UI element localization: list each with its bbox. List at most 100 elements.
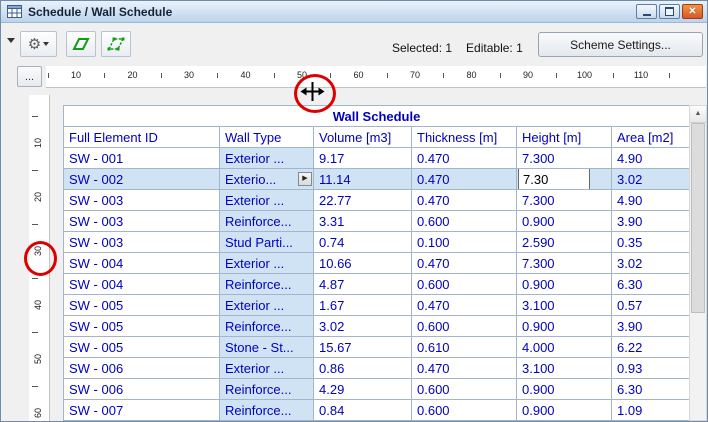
column-header-height[interactable]: Height [m] — [517, 127, 612, 148]
cell-volume[interactable]: 4.87 — [314, 274, 412, 295]
cell-height[interactable]: 3.100 — [517, 358, 612, 379]
cell-thickness[interactable]: 0.470 — [412, 253, 517, 274]
cell-id[interactable]: SW - 006 — [64, 379, 220, 400]
cell-area[interactable]: 3.02 — [612, 253, 690, 274]
cell-walltype[interactable]: Exterior ... — [220, 190, 314, 211]
cell-thickness[interactable]: 0.100 — [412, 232, 517, 253]
cell-volume[interactable]: 3.02 — [314, 316, 412, 337]
cell-volume[interactable]: 11.14 — [314, 169, 412, 190]
cell-thickness[interactable]: 0.470 — [412, 190, 517, 211]
table-row[interactable]: SW - 005Reinforce...3.020.6000.9003.90 — [64, 316, 690, 337]
cell-walltype[interactable]: Exterior ... — [220, 358, 314, 379]
cell-area[interactable]: 1.09 — [612, 400, 690, 421]
cell-height[interactable]: 7.300 — [517, 253, 612, 274]
table-row[interactable]: SW - 003Reinforce...3.310.6000.9003.90 — [64, 211, 690, 232]
cell-walltype[interactable]: Exterior ... — [220, 148, 314, 169]
cell-id[interactable]: SW - 005 — [64, 295, 220, 316]
cell-volume[interactable]: 4.29 — [314, 379, 412, 400]
cell-thickness[interactable]: 0.600 — [412, 316, 517, 337]
table-row[interactable]: SW - 005Exterior ...1.670.4703.1000.57 — [64, 295, 690, 316]
cell-thickness[interactable]: 0.610 — [412, 337, 517, 358]
table-row[interactable]: SW - 004Exterior ...10.660.4707.3003.02 — [64, 253, 690, 274]
cell-id[interactable]: SW - 001 — [64, 148, 220, 169]
cell-thickness[interactable]: 0.600 — [412, 274, 517, 295]
cell-thickness[interactable]: 0.470 — [412, 148, 517, 169]
cell-height[interactable]: 7.30 — [517, 169, 612, 190]
column-header-wall-type[interactable]: Wall Type — [220, 127, 314, 148]
cell-thickness[interactable]: 0.600 — [412, 400, 517, 421]
cell-area[interactable]: 0.93 — [612, 358, 690, 379]
table-row[interactable]: SW - 003Exterior ...22.770.4707.3004.90 — [64, 190, 690, 211]
panel-dropdown-caret-icon[interactable] — [7, 38, 15, 43]
cell-volume[interactable]: 0.74 — [314, 232, 412, 253]
cell-id[interactable]: SW - 005 — [64, 337, 220, 358]
select-elements-button[interactable] — [66, 31, 96, 57]
ruler-options-button[interactable]: ... — [17, 66, 42, 87]
edit-selection-set-button[interactable] — [101, 31, 131, 57]
cell-id[interactable]: SW - 005 — [64, 316, 220, 337]
walltype-flyout-button[interactable]: ▶ — [298, 172, 312, 186]
inline-edit-field[interactable]: 7.30 — [518, 169, 590, 190]
cell-area[interactable]: 0.57 — [612, 295, 690, 316]
column-header-area[interactable]: Area [m2] — [612, 127, 690, 148]
cell-thickness[interactable]: 0.600 — [412, 379, 517, 400]
cell-thickness[interactable]: 0.470 — [412, 295, 517, 316]
cell-area[interactable]: 6.30 — [612, 379, 690, 400]
cell-id[interactable]: SW - 003 — [64, 232, 220, 253]
cell-area[interactable]: 3.90 — [612, 211, 690, 232]
cell-volume[interactable]: 3.31 — [314, 211, 412, 232]
column-header-thickness[interactable]: Thickness [m] — [412, 127, 517, 148]
cell-walltype[interactable]: Exterior ... — [220, 253, 314, 274]
cell-walltype[interactable]: Exterior ... — [220, 295, 314, 316]
cell-id[interactable]: SW - 004 — [64, 253, 220, 274]
cell-volume[interactable]: 15.67 — [314, 337, 412, 358]
cell-walltype[interactable]: Stone - St... — [220, 337, 314, 358]
cell-height[interactable]: 7.300 — [517, 190, 612, 211]
cell-volume[interactable]: 1.67 — [314, 295, 412, 316]
cell-id[interactable]: SW - 006 — [64, 358, 220, 379]
cell-volume[interactable]: 0.86 — [314, 358, 412, 379]
minimize-button[interactable] — [636, 4, 657, 19]
table-row[interactable]: SW - 006Reinforce...4.290.6000.9006.30 — [64, 379, 690, 400]
table-row[interactable]: SW - 001Exterior ...9.170.4707.3004.90 — [64, 148, 690, 169]
horizontal-ruler[interactable]: 102030405060708090100110 — [46, 66, 706, 88]
cell-area[interactable]: 3.90 — [612, 316, 690, 337]
cell-height[interactable]: 4.000 — [517, 337, 612, 358]
cell-walltype[interactable]: Reinforce... — [220, 400, 314, 421]
restore-button[interactable] — [659, 4, 680, 19]
table-row[interactable]: SW - 006Exterior ...0.860.4703.1000.93 — [64, 358, 690, 379]
cell-area[interactable]: 0.35 — [612, 232, 690, 253]
close-button[interactable]: ✕ — [682, 4, 703, 19]
cell-area[interactable]: 6.22 — [612, 337, 690, 358]
cell-walltype[interactable]: Stud Parti... — [220, 232, 314, 253]
cell-area[interactable]: 4.90 — [612, 190, 690, 211]
cell-walltype[interactable]: Reinforce... — [220, 316, 314, 337]
cell-thickness[interactable]: 0.600 — [412, 211, 517, 232]
table-row[interactable]: SW - 005Stone - St...15.670.6104.0006.22 — [64, 337, 690, 358]
cell-volume[interactable]: 10.66 — [314, 253, 412, 274]
cell-id[interactable]: SW - 003 — [64, 190, 220, 211]
cell-id[interactable]: SW - 003 — [64, 211, 220, 232]
scroll-up-button[interactable]: ▲ — [690, 106, 706, 123]
cell-walltype[interactable]: Reinforce... — [220, 379, 314, 400]
table-row[interactable]: SW - 004Reinforce...4.870.6000.9006.30 — [64, 274, 690, 295]
cell-id[interactable]: SW - 004 — [64, 274, 220, 295]
cell-walltype[interactable]: Reinforce... — [220, 274, 314, 295]
cell-height[interactable]: 0.900 — [517, 400, 612, 421]
scheme-settings-button[interactable]: Scheme Settings... — [538, 32, 703, 57]
cell-walltype[interactable]: Exterio...▶ — [220, 169, 314, 190]
cell-height[interactable]: 0.900 — [517, 274, 612, 295]
cell-volume[interactable]: 9.17 — [314, 148, 412, 169]
cell-area[interactable]: 3.02 — [612, 169, 690, 190]
cell-height[interactable]: 0.900 — [517, 211, 612, 232]
cell-thickness[interactable]: 0.470 — [412, 169, 517, 190]
table-row[interactable]: SW - 002Exterio...▶11.140.4707.303.02 — [64, 169, 690, 190]
cell-area[interactable]: 6.30 — [612, 274, 690, 295]
cell-height[interactable]: 2.590 — [517, 232, 612, 253]
cell-height[interactable]: 0.900 — [517, 379, 612, 400]
cell-area[interactable]: 4.90 — [612, 148, 690, 169]
column-header-full-element-id[interactable]: Full Element ID — [64, 127, 220, 148]
cell-id[interactable]: SW - 007 — [64, 400, 220, 421]
cell-volume[interactable]: 22.77 — [314, 190, 412, 211]
cell-height[interactable]: 0.900 — [517, 316, 612, 337]
